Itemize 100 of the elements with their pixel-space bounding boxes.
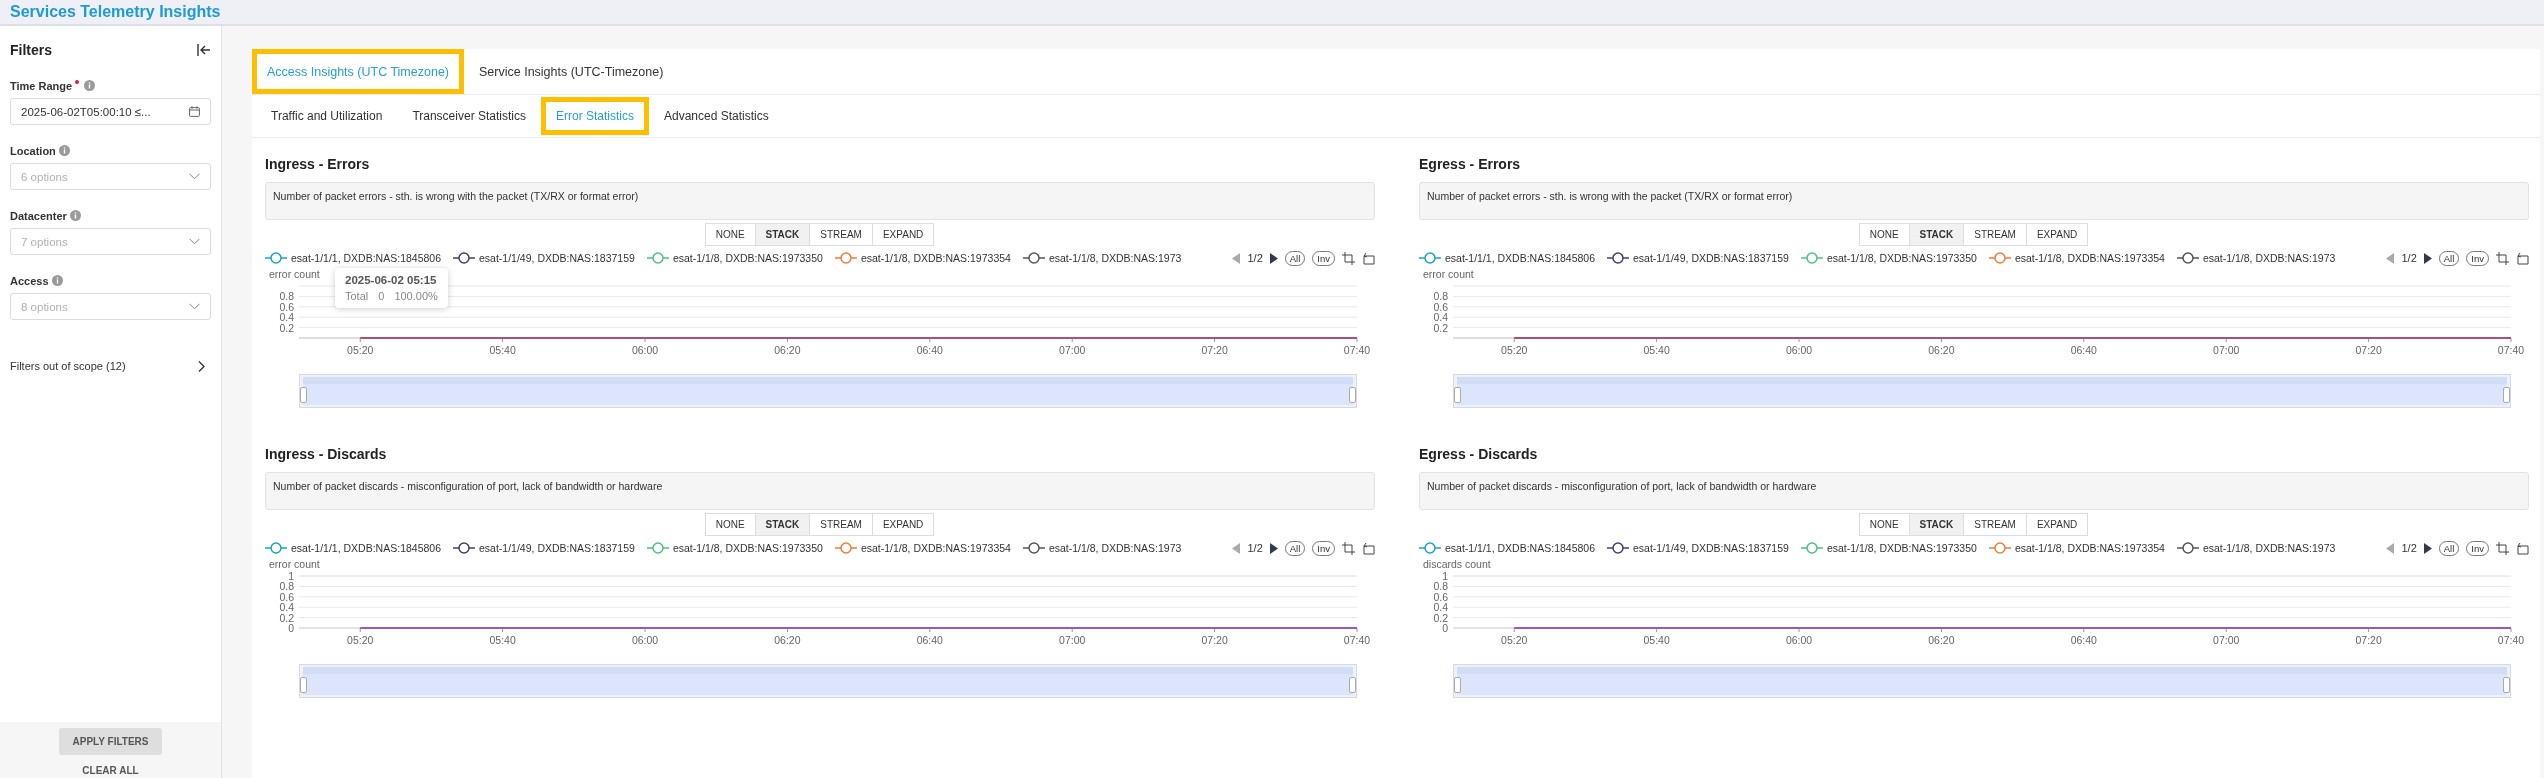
legend-toggle-button[interactable]: Inv bbox=[2466, 540, 2489, 556]
legend-item[interactable]: esat-1/1/8, DXDB:NAS:1973354 bbox=[834, 542, 1011, 554]
legend-item[interactable]: esat-1/1/8, DXDB:NAS:1973 bbox=[1022, 252, 1182, 264]
date-range-field[interactable]: 2025-06-02T05:00:10 ≤... bbox=[10, 98, 211, 125]
slider-handle[interactable] bbox=[2503, 677, 2510, 693]
legend-item[interactable]: esat-1/1/8, DXDB:NAS:1973350 bbox=[1800, 252, 1977, 264]
slider-handle[interactable] bbox=[300, 387, 307, 403]
axis-title: error count bbox=[269, 558, 320, 570]
legend-item[interactable]: esat-1/1/1, DXDB:NAS:1845806 bbox=[1419, 252, 1595, 264]
zoom-select-icon[interactable] bbox=[2496, 251, 2509, 265]
tab[interactable]: Service Insights (UTC-Timezone) bbox=[464, 49, 679, 94]
mode-button[interactable]: STREAM bbox=[1963, 513, 2027, 536]
x-tick-label: 07:40 bbox=[2497, 344, 2525, 356]
legend-toggle-button[interactable]: All bbox=[1284, 540, 1306, 556]
panel-title: Ingress - Errors bbox=[265, 156, 371, 172]
info-icon bbox=[69, 210, 81, 221]
legend-item[interactable]: esat-1/1/1, DXDB:NAS:1845806 bbox=[265, 542, 441, 554]
slider-handle[interactable] bbox=[300, 677, 307, 693]
zoom-select-icon[interactable] bbox=[2496, 541, 2509, 555]
slider-handle[interactable] bbox=[1454, 677, 1461, 693]
tooltip-value: 0 bbox=[378, 290, 385, 302]
legend-toggle-button[interactable]: All bbox=[1284, 250, 1306, 266]
x-tick-label: 05:20 bbox=[1501, 634, 1528, 646]
legend-toggle-button[interactable]: All bbox=[2438, 250, 2460, 266]
slider-handle[interactable] bbox=[1454, 387, 1461, 403]
mode-button[interactable]: STREAM bbox=[809, 513, 873, 536]
mode-button[interactable]: STACK bbox=[1908, 223, 1965, 246]
apply-filters-button[interactable]: APPLY FILTERS bbox=[58, 728, 163, 755]
mode-button[interactable]: NONE bbox=[704, 223, 756, 246]
mode-button[interactable]: NONE bbox=[704, 513, 756, 536]
legend-item[interactable]: esat-1/1/1, DXDB:NAS:1845806 bbox=[265, 252, 441, 264]
y-tick-label: 0.4 bbox=[279, 311, 294, 324]
field-label: Time Range bbox=[10, 80, 73, 92]
tab[interactable]: Advanced Statistics bbox=[649, 97, 784, 135]
mode-button[interactable]: EXPAND bbox=[2025, 513, 2089, 536]
mode-button[interactable]: STACK bbox=[754, 223, 811, 246]
legend-item[interactable]: esat-1/1/8, DXDB:NAS:1973354 bbox=[834, 252, 1011, 264]
x-tick-label: 06:20 bbox=[1928, 344, 1955, 356]
next-page-icon[interactable] bbox=[2423, 542, 2432, 554]
legend-item[interactable]: esat-1/1/8, DXDB:NAS:1973 bbox=[2176, 252, 2336, 264]
legend-item[interactable]: esat-1/1/49, DXDB:NAS:1837159 bbox=[453, 252, 635, 264]
x-tick-label: 06:40 bbox=[2070, 634, 2097, 646]
filters-out-of-scope[interactable]: Filters out of scope (12) bbox=[10, 360, 211, 372]
x-tick-label: 06:00 bbox=[1785, 634, 1813, 646]
legend-item[interactable]: esat-1/1/8, DXDB:NAS:1973354 bbox=[1988, 542, 2165, 554]
legend-toggle-button[interactable]: Inv bbox=[1312, 540, 1335, 556]
mode-button[interactable]: STREAM bbox=[1963, 223, 2027, 246]
field-label: Location bbox=[10, 145, 56, 157]
axis-title: error count bbox=[1423, 268, 1474, 280]
axis-title: error count bbox=[269, 268, 320, 280]
next-page-icon[interactable] bbox=[1269, 252, 1278, 264]
legend-toggle-button[interactable]: All bbox=[2438, 540, 2460, 556]
page-indicator: 1/2 bbox=[1247, 252, 1263, 264]
slider-handle[interactable] bbox=[1349, 677, 1356, 693]
zoom-select-icon[interactable] bbox=[1342, 251, 1355, 265]
legend-item[interactable]: esat-1/1/49, DXDB:NAS:1837159 bbox=[1607, 542, 1789, 554]
mode-button[interactable]: EXPAND bbox=[871, 513, 935, 536]
y-tick-label: 0.2 bbox=[1433, 321, 1448, 334]
legend-item[interactable]: esat-1/1/49, DXDB:NAS:1837159 bbox=[1607, 252, 1789, 264]
x-tick-label: 05:40 bbox=[1643, 634, 1670, 646]
mode-button[interactable]: NONE bbox=[1858, 223, 1910, 246]
legend-item[interactable]: esat-1/1/1, DXDB:NAS:1845806 bbox=[1419, 542, 1595, 554]
mode-button[interactable]: EXPAND bbox=[2025, 223, 2089, 246]
legend-toggle-button[interactable]: Inv bbox=[1312, 250, 1335, 266]
zoom-reset-icon[interactable] bbox=[1362, 541, 1375, 555]
mode-button[interactable]: NONE bbox=[1858, 513, 1910, 536]
tooltip-title: 2025-06-02 05:15 bbox=[345, 274, 438, 286]
y-tick-label: 0 bbox=[1442, 622, 1448, 634]
legend-item[interactable]: esat-1/1/8, DXDB:NAS:1973350 bbox=[646, 252, 823, 264]
field-label: Datacenter bbox=[10, 210, 67, 222]
mode-button[interactable]: STACK bbox=[754, 513, 811, 536]
description-text: Number of packet errors - sth. is wrong with the packet (TX/RX or format error) bbox=[1427, 190, 1793, 202]
legend-item[interactable]: esat-1/1/8, DXDB:NAS:1973350 bbox=[646, 542, 823, 554]
x-tick-label: 06:40 bbox=[2070, 344, 2097, 356]
tab[interactable]: Transceiver Statistics bbox=[397, 97, 541, 135]
slider-handle[interactable] bbox=[1349, 387, 1356, 403]
legend-item[interactable]: esat-1/1/49, DXDB:NAS:1837159 bbox=[453, 542, 635, 554]
y-tick-label: 0.8 bbox=[1433, 290, 1448, 303]
next-page-icon[interactable] bbox=[2423, 252, 2432, 264]
info-icon bbox=[58, 145, 70, 156]
panel-title: Egress - Errors bbox=[1419, 156, 1522, 172]
legend-item[interactable]: esat-1/1/8, DXDB:NAS:1973 bbox=[1022, 542, 1182, 554]
mode-button[interactable]: STREAM bbox=[809, 223, 873, 246]
tab[interactable]: Traffic and Utilization bbox=[256, 97, 398, 135]
legend-item[interactable]: esat-1/1/8, DXDB:NAS:1973354 bbox=[1988, 252, 2165, 264]
mode-button[interactable]: STACK bbox=[1908, 513, 1965, 536]
zoom-reset-icon[interactable] bbox=[1362, 251, 1375, 265]
zoom-reset-icon[interactable] bbox=[2516, 251, 2529, 265]
y-tick-label: 0.2 bbox=[279, 611, 294, 624]
clear-all-button[interactable]: CLEAR ALL bbox=[82, 765, 139, 776]
legend-toggle-button[interactable]: Inv bbox=[2466, 250, 2489, 266]
slider-handle[interactable] bbox=[2503, 387, 2510, 403]
mode-button[interactable]: EXPAND bbox=[871, 223, 935, 246]
zoom-reset-icon[interactable] bbox=[2516, 541, 2529, 555]
collapse-icon[interactable] bbox=[197, 44, 211, 56]
next-page-icon[interactable] bbox=[1269, 542, 1278, 554]
zoom-select-icon[interactable] bbox=[1342, 541, 1355, 555]
x-tick-label: 07:00 bbox=[1059, 634, 1086, 646]
legend-item[interactable]: esat-1/1/8, DXDB:NAS:1973350 bbox=[1800, 542, 1977, 554]
legend-item[interactable]: esat-1/1/8, DXDB:NAS:1973 bbox=[2176, 542, 2336, 554]
